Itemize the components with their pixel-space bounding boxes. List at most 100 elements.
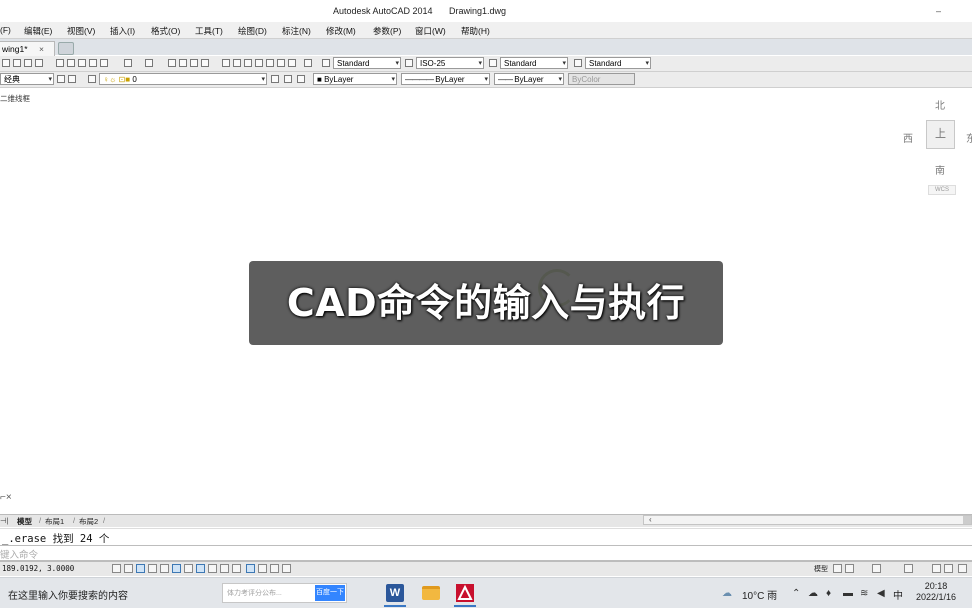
design-center-icon[interactable] (233, 59, 241, 67)
command-line-input[interactable]: 键入命令 (0, 545, 972, 561)
layer-select[interactable]: ♀☼ ⊡■ 0 ▾ (99, 73, 267, 85)
word-app-icon[interactable]: W (386, 584, 404, 602)
tool-palette-icon[interactable] (244, 59, 252, 67)
scroll-thumb[interactable] (963, 516, 971, 524)
calculator-icon[interactable] (288, 59, 296, 67)
viewcube-north[interactable]: 北 (935, 97, 945, 112)
quick-properties-toggle[interactable] (258, 564, 267, 573)
grid-display-toggle[interactable] (136, 564, 145, 573)
undo-icon[interactable] (124, 59, 132, 67)
weather-icon[interactable]: ☁ (722, 588, 732, 599)
zoom-realtime-icon[interactable] (179, 59, 187, 67)
cloud-icon[interactable]: ☁ (808, 588, 818, 599)
system-clock[interactable]: 20:18 2022/1/16 (912, 581, 960, 603)
properties-icon[interactable] (222, 59, 230, 67)
layer-manager-icon[interactable] (88, 75, 96, 83)
baidu-search-button[interactable]: 百度一下 (315, 585, 345, 601)
menu-view[interactable]: 视图(V) (67, 25, 95, 37)
tab-nav-icon[interactable]: ⊣| (0, 516, 8, 525)
menu-edit[interactable]: 编辑(E) (24, 25, 52, 37)
minimize-icon[interactable]: – (936, 6, 941, 16)
quickcalc-icon[interactable] (277, 59, 285, 67)
input-method-indicator[interactable]: 中 (893, 587, 903, 602)
scroll-left-icon[interactable]: ‹ (649, 515, 652, 524)
transparency-toggle[interactable] (246, 564, 255, 573)
dim-style-select[interactable]: ISO-25 ▾ (416, 57, 484, 69)
menu-draw[interactable]: 绘图(D) (238, 25, 267, 37)
autocad-app-icon[interactable] (456, 584, 474, 602)
menu-modify[interactable]: 修改(M) (326, 25, 356, 37)
color-select[interactable]: ■ ByLayer ▾ (313, 73, 397, 85)
linetype-select[interactable]: ———— ByLayer ▾ (401, 73, 490, 85)
infer-constraints-toggle[interactable] (112, 564, 121, 573)
menu-parameter[interactable]: 参数(P) (373, 25, 401, 37)
block-icon[interactable] (100, 59, 108, 67)
dyn-input-toggle[interactable] (220, 564, 229, 573)
clean-screen-icon[interactable] (958, 564, 967, 573)
horizontal-scrollbar[interactable]: ‹ (643, 515, 972, 525)
snap-mode-toggle[interactable] (124, 564, 133, 573)
tab-layout1[interactable]: 布局1 (45, 516, 64, 527)
object-snap-toggle[interactable] (172, 564, 181, 573)
menu-format[interactable]: 格式(O) (151, 25, 180, 37)
ducs-toggle[interactable] (208, 564, 217, 573)
volume-icon[interactable]: ◀ (877, 588, 885, 599)
paste-icon[interactable] (78, 59, 86, 67)
cut-icon[interactable] (56, 59, 64, 67)
annotation-monitor-toggle[interactable] (282, 564, 291, 573)
open-icon[interactable] (13, 59, 21, 67)
viewcube-south[interactable]: 南 (935, 162, 945, 177)
menu-tools[interactable]: 工具(T) (195, 25, 223, 37)
annotation-visibility-icon[interactable] (904, 564, 913, 573)
plot-icon[interactable] (35, 59, 43, 67)
zoom-previous-icon[interactable] (201, 59, 209, 67)
layer-match-icon[interactable] (297, 75, 305, 83)
show-hidden-icons-icon[interactable]: ⌃ (792, 588, 800, 599)
otrack-toggle[interactable] (196, 564, 205, 573)
viewcube-east[interactable]: 东 (966, 130, 972, 145)
new-tab-icon[interactable] (58, 42, 74, 55)
microphone-icon[interactable]: ♦ (826, 588, 831, 599)
wifi-icon[interactable]: ≋ (860, 588, 868, 599)
lineweight-toggle[interactable] (232, 564, 241, 573)
selection-cycling-toggle[interactable] (270, 564, 279, 573)
workspace-switch-icon[interactable] (932, 564, 941, 573)
lock-ui-icon[interactable] (944, 564, 953, 573)
copy-icon[interactable] (67, 59, 75, 67)
save-icon[interactable] (24, 59, 32, 67)
viewcube-west[interactable]: 西 (903, 130, 913, 145)
match-prop-icon[interactable] (89, 59, 97, 67)
multileader-style-select[interactable]: Standard ▾ (585, 57, 651, 69)
make-current-layer-icon[interactable] (271, 75, 279, 83)
tab-model[interactable]: 模型 (17, 516, 32, 527)
zoom-window-icon[interactable] (190, 59, 198, 67)
polar-tracking-toggle[interactable] (160, 564, 169, 573)
lineweight-select[interactable]: —— ByLayer ▾ (494, 73, 564, 85)
new-icon[interactable] (2, 59, 10, 67)
3d-osnap-toggle[interactable] (184, 564, 193, 573)
file-tab-drawing1[interactable]: wing1* × (0, 41, 55, 56)
workspace-select[interactable]: 经典 ▾ (0, 73, 54, 85)
redo-icon[interactable] (145, 59, 153, 67)
layer-previous-icon[interactable] (284, 75, 292, 83)
battery-icon[interactable]: ▬ (843, 588, 853, 599)
menu-help[interactable]: 帮助(H) (461, 25, 490, 37)
sheet-set-icon[interactable] (255, 59, 263, 67)
viewcube-top-face[interactable]: 上 (926, 120, 955, 149)
quick-view-drawings-icon[interactable] (845, 564, 854, 573)
help-icon[interactable] (304, 59, 312, 67)
coordinate-readout[interactable]: 189.0192, 3.0000 (2, 564, 74, 573)
taskbar-search-box[interactable]: 在这里输入你要搜索的内容 (8, 587, 128, 602)
menu-dimension[interactable]: 标注(N) (282, 25, 311, 37)
pan-icon[interactable] (168, 59, 176, 67)
quick-view-layouts-icon[interactable] (833, 564, 842, 573)
menu-file[interactable]: (F) (0, 25, 11, 35)
menu-insert[interactable]: 插入(I) (110, 25, 135, 37)
markup-icon[interactable] (266, 59, 274, 67)
workspace-save-icon[interactable] (68, 75, 76, 83)
baidu-search-input[interactable]: 体力考评分公布... (227, 588, 315, 599)
text-style-select[interactable]: Standard ▾ (333, 57, 401, 69)
viewport-visual-style-label[interactable]: 二维线框 (0, 93, 30, 104)
status-model-label[interactable]: 模型 (814, 564, 828, 574)
wcs-menu[interactable]: WCS (928, 185, 956, 195)
